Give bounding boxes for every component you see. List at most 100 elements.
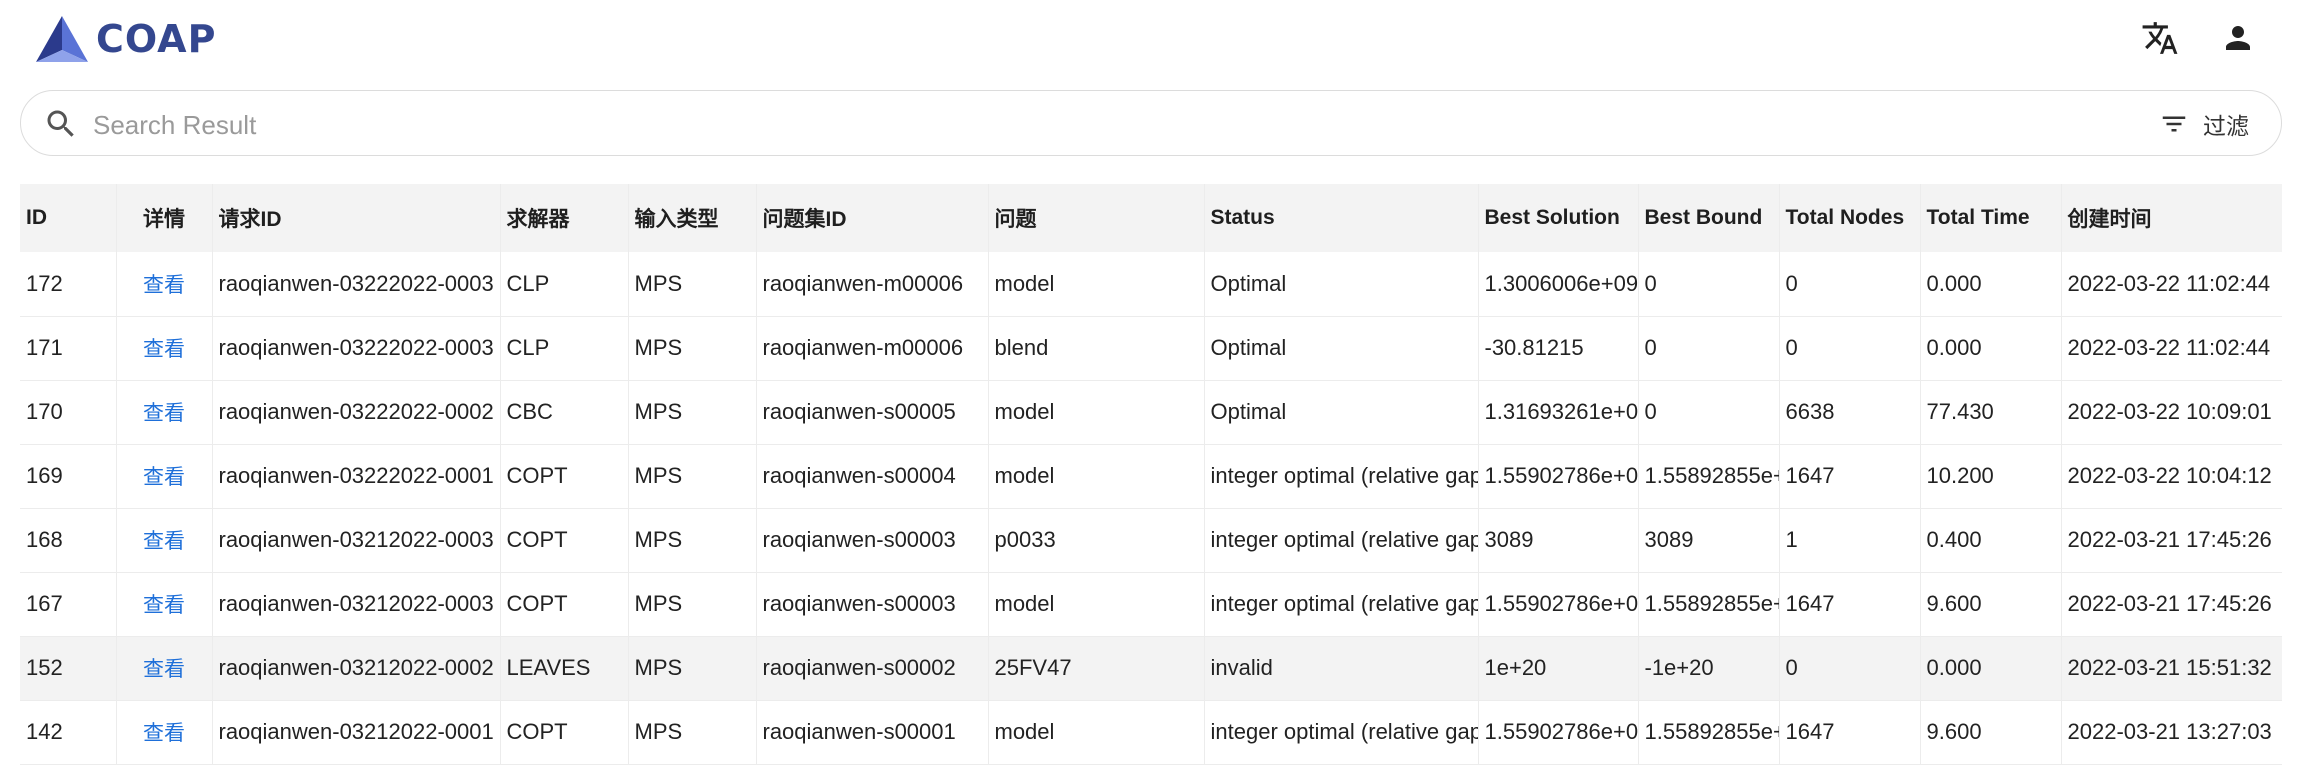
cell-problem: model [988, 444, 1205, 508]
filter-icon [2162, 116, 2186, 132]
cell-detail: 查看 [116, 508, 213, 572]
column-header-detail[interactable]: 详情 [116, 184, 213, 252]
cell-created-time: 2022-03-21 15:51:32 [2067, 655, 2272, 680]
cell-request-id: raoqianwen-03212022-0003 [212, 508, 501, 572]
cell-best-bound: 0 [1638, 316, 1780, 380]
filter-button[interactable]: 过滤 [2159, 105, 2249, 143]
cell-status: invalid [1204, 636, 1479, 700]
column-header-total-time[interactable]: Total Time [1920, 184, 2062, 252]
cell-best-solution: 1e+20 [1478, 636, 1639, 700]
cell-status: Optimal [1204, 252, 1479, 316]
cell-solver: CBC [500, 380, 629, 444]
cell-total-nodes: 0 [1779, 636, 1921, 700]
cell-id: 168 [20, 508, 117, 572]
column-header-id[interactable]: ID [20, 184, 117, 252]
view-detail-link[interactable]: 查看 [143, 594, 185, 617]
cell-solver: COPT [500, 508, 629, 572]
cell-problem: model [988, 700, 1205, 764]
cell-input-type: MPS [628, 508, 757, 572]
cell-best-bound: 1.55892855e+09 [1638, 572, 1780, 636]
cell-created-time: 2022-03-22 10:04:12 [2067, 463, 2272, 488]
cell-problem-set-id: raoqianwen-m00006 [756, 316, 989, 380]
column-header-total-nodes[interactable]: Total Nodes [1779, 184, 1921, 252]
cell-detail: 查看 [116, 316, 213, 380]
cell-problem: model [988, 380, 1205, 444]
column-header-problem[interactable]: 问题 [988, 184, 1205, 252]
cell-input-type: MPS [628, 700, 757, 764]
table-row[interactable]: 169 查看 raoqianwen-03222022-0001 COPT MPS raoq… [20, 444, 2282, 508]
cell-request-id: raoqianwen-03212022-0003 [212, 572, 501, 636]
cell-input-type: MPS [628, 252, 757, 316]
view-detail-link[interactable]: 查看 [143, 274, 185, 297]
cell-total-time: 0.000 [1920, 316, 2062, 380]
cell-best-bound: 3089 [1638, 508, 1780, 572]
top-bar: COAP [0, 0, 2298, 82]
view-detail-link[interactable]: 查看 [143, 402, 185, 425]
filter-label: 过滤 [2203, 113, 2249, 139]
cell-problem-set-id: raoqianwen-m00006 [756, 252, 989, 316]
cell-status: Optimal [1204, 316, 1479, 380]
cell-total-nodes: 1 [1779, 508, 1921, 572]
results-table-container: ID 详情 请求ID 求解器 输入类型 问题集ID 问题 Status Best Solutio… [20, 184, 2282, 765]
cell-detail: 查看 [116, 444, 213, 508]
cell-input-type: MPS [628, 316, 757, 380]
cell-total-time: 10.200 [1920, 444, 2062, 508]
translate-button[interactable] [2140, 18, 2180, 58]
cell-best-solution: 1.55902786e+09 [1478, 572, 1639, 636]
cell-request-id: raoqianwen-03222022-0002 [212, 380, 501, 444]
cell-created-time: 2022-03-21 17:45:26 [2067, 527, 2272, 552]
column-header-best-solution[interactable]: Best Solution [1478, 184, 1639, 252]
cell-total-time: 77.430 [1920, 380, 2062, 444]
cell-solver: CLP [500, 316, 629, 380]
view-detail-link[interactable]: 查看 [143, 530, 185, 553]
cell-total-nodes: 1647 [1779, 572, 1921, 636]
column-header-request-id[interactable]: 请求ID [212, 184, 501, 252]
cell-id: 152 [20, 636, 117, 700]
cell-detail: 查看 [116, 700, 213, 764]
logo-text: COAP [96, 17, 217, 61]
search-input[interactable] [91, 105, 1995, 145]
cell-id: 167 [20, 572, 117, 636]
cell-total-time: 9.600 [1920, 700, 2062, 764]
cell-detail: 查看 [116, 572, 213, 636]
cell-status: Optimal [1204, 380, 1479, 444]
cell-best-solution: 1.31693261e+09 [1478, 380, 1639, 444]
view-detail-link[interactable]: 查看 [143, 338, 185, 361]
app-logo[interactable]: COAP [32, 14, 216, 64]
column-header-best-bound[interactable]: Best Bound [1638, 184, 1780, 252]
cell-solver: LEAVES [500, 636, 629, 700]
cell-total-nodes: 1647 [1779, 700, 1921, 764]
cell-total-time: 0.000 [1920, 636, 2062, 700]
cell-request-id: raoqianwen-03222022-0003 [212, 316, 501, 380]
column-header-status[interactable]: Status [1204, 184, 1479, 252]
column-header-problem-set-id[interactable]: 问题集ID [756, 184, 989, 252]
account-button[interactable] [2218, 18, 2258, 58]
cell-best-solution: 1.55902786e+09 [1478, 700, 1639, 764]
cell-best-solution: 3089 [1478, 508, 1639, 572]
cell-solver: COPT [500, 700, 629, 764]
cell-problem-set-id: raoqianwen-s00005 [756, 380, 989, 444]
cell-problem: p0033 [988, 508, 1205, 572]
view-detail-link[interactable]: 查看 [143, 722, 185, 745]
table-row[interactable]: 142 查看 raoqianwen-03212022-0001 COPT MPS raoq… [20, 700, 2282, 764]
table-row[interactable]: 168 查看 raoqianwen-03212022-0003 COPT MPS raoq… [20, 508, 2282, 572]
cell-problem-set-id: raoqianwen-s00004 [756, 444, 989, 508]
search-bar: 过滤 [20, 90, 2282, 156]
cell-best-bound: 1.55892855e+09 [1638, 444, 1780, 508]
view-detail-link[interactable]: 查看 [143, 466, 185, 489]
cell-status: integer optimal (relative gap [1204, 508, 1479, 572]
column-header-created-time[interactable]: 创建时间 [2061, 184, 2282, 252]
table-row[interactable]: 170 查看 raoqianwen-03222022-0002 CBC MPS raoqi… [20, 380, 2282, 444]
table-row[interactable]: 152 查看 raoqianwen-03212022-0002 LEAVES MPS ra… [20, 636, 2282, 700]
cell-total-nodes: 6638 [1779, 380, 1921, 444]
table-row[interactable]: 171 查看 raoqianwen-03222022-0003 CLP MPS raoqi… [20, 316, 2282, 380]
column-header-solver[interactable]: 求解器 [500, 184, 629, 252]
logo-mark-icon [36, 16, 88, 62]
cell-created-time: 2022-03-21 17:45:26 [2067, 591, 2272, 616]
view-detail-link[interactable]: 查看 [143, 658, 185, 681]
cell-best-solution: 1.55902786e+09 [1478, 444, 1639, 508]
table-row[interactable]: 167 查看 raoqianwen-03212022-0003 COPT MPS raoq… [20, 572, 2282, 636]
table-row[interactable]: 172 查看 raoqianwen-03222022-0003 CLP MPS raoqi… [20, 252, 2282, 316]
column-header-input-type[interactable]: 输入类型 [628, 184, 757, 252]
cell-id: 172 [20, 252, 117, 316]
